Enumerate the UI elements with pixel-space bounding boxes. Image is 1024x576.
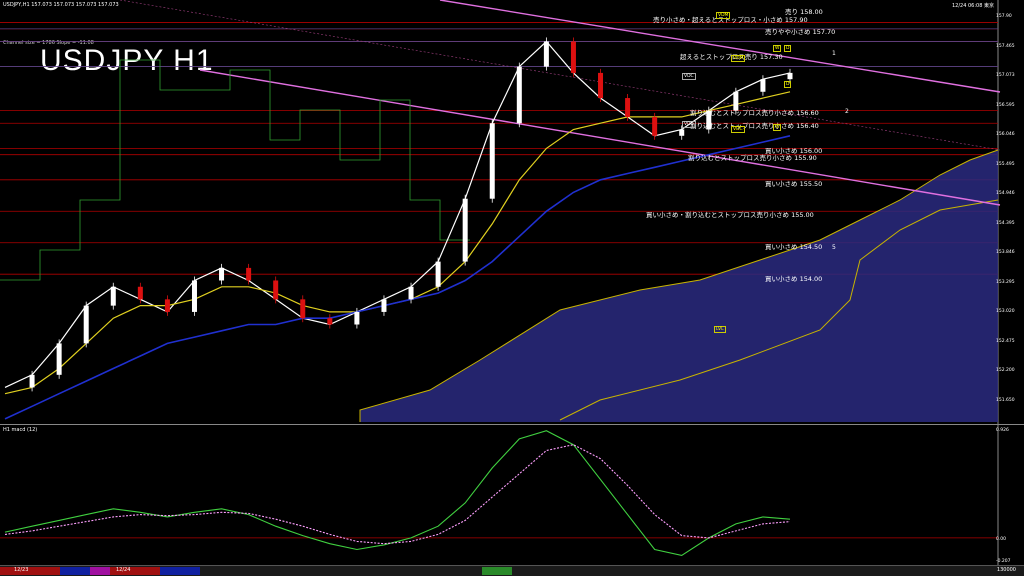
price-axis-label: 157.90 [996,14,1012,19]
candle-body [273,280,279,300]
vdc-marker: VDC [731,126,745,133]
w-marker: W [773,124,782,131]
candle-body [137,286,143,300]
candle-body [652,116,658,136]
candle-body [327,318,333,325]
candle-body [110,286,116,306]
wave-label-1: 1 [832,50,836,57]
price-axis-label: 151.650 [996,397,1015,403]
price-axis-label: 153.846 [996,250,1015,255]
level-label: 買い小さめ・割り込むとストップロス売り小さめ 155.00 [646,211,814,219]
candle-body [760,79,766,92]
session-bar [0,567,60,575]
price-axis-label: 156.595 [996,102,1015,108]
session-bar [482,567,512,575]
price-axis-label: 153.020 [996,309,1015,314]
lagging-line [0,59,470,281]
candle-body [408,286,414,300]
candle-body [219,267,225,281]
d-marker: D [784,45,792,52]
candle-body [625,98,631,117]
level-label: 売りやや小さめ 157.70 [765,28,836,36]
price-axis-label: 155.495 [996,161,1015,167]
macd-axis-label: 0.00 [996,537,1007,542]
candle-body [83,305,89,344]
price-axis-label: 157.073 [996,73,1015,78]
vdm-marker: VDM [731,55,746,62]
candle-body [435,261,441,287]
macd-line [4,430,791,556]
vdc-marker: VDC [682,73,696,80]
candle-body [543,41,549,67]
price-axis-label: 154.946 [996,191,1015,196]
price-axis-label: 154.395 [996,220,1015,226]
status-right-label: 130000 [996,567,1016,573]
date-label: 12/24 [116,567,131,573]
level-label: 割り込むとストップロス売り小さめ 156.40 [690,122,819,130]
candle-body [598,72,604,99]
level-label: 買い小さめ 154.00 [765,275,823,283]
lvl-marker: LVL [714,326,726,333]
macd-axis-label: 0.926 [996,428,1009,433]
session-bar [160,567,200,575]
session-bar [90,567,110,575]
candle-body [679,129,685,136]
wave-label-5: 5 [832,244,836,251]
wave-label-2: 2 [845,108,849,115]
candle-body [29,374,35,388]
candle-body [56,343,62,375]
price-axis-label: 156.046 [996,132,1015,137]
vdc-marker: VDC [682,121,696,128]
price-axis-label: 152.475 [996,338,1015,344]
macd-axis-label: -0.207 [996,559,1011,564]
candle-body [300,299,306,319]
vdm-marker: VDM [716,12,731,19]
candle-body [787,72,793,80]
level-label: 買い小さめ 155.50 [765,180,823,188]
price-axis-label: 153.295 [996,279,1015,285]
session-bar [60,567,90,575]
candle-body [381,299,387,312]
candle-body [570,41,576,73]
price-axis-label: 152.200 [996,368,1015,373]
price-chart [0,0,1001,566]
candle-body [191,280,197,312]
candle-body [354,311,360,325]
w-marker: W [773,45,782,52]
level-label: 買い小さめ 154.50 [765,243,823,251]
d-marker: D [784,81,792,88]
status-bar: 12/23 12/24 130000 [0,565,1024,576]
candle-body [516,66,522,124]
pane-divider[interactable] [0,424,1024,425]
macd-label: H1 macd (12) [3,427,38,433]
price-axis-label: 157.465 [996,43,1015,49]
candle-body [164,299,170,312]
candle-body [489,123,495,199]
date-label: 12/23 [14,567,29,573]
level-label: 割り込むとストップロス売り小さめ 156.60 [690,109,819,117]
candle-body [462,198,468,262]
ichimoku-cloud [360,150,998,422]
level-label: 割り込むとストップロス売り小さめ 155.90 [688,154,817,162]
candle-body [246,267,252,281]
signal-line [4,444,791,545]
